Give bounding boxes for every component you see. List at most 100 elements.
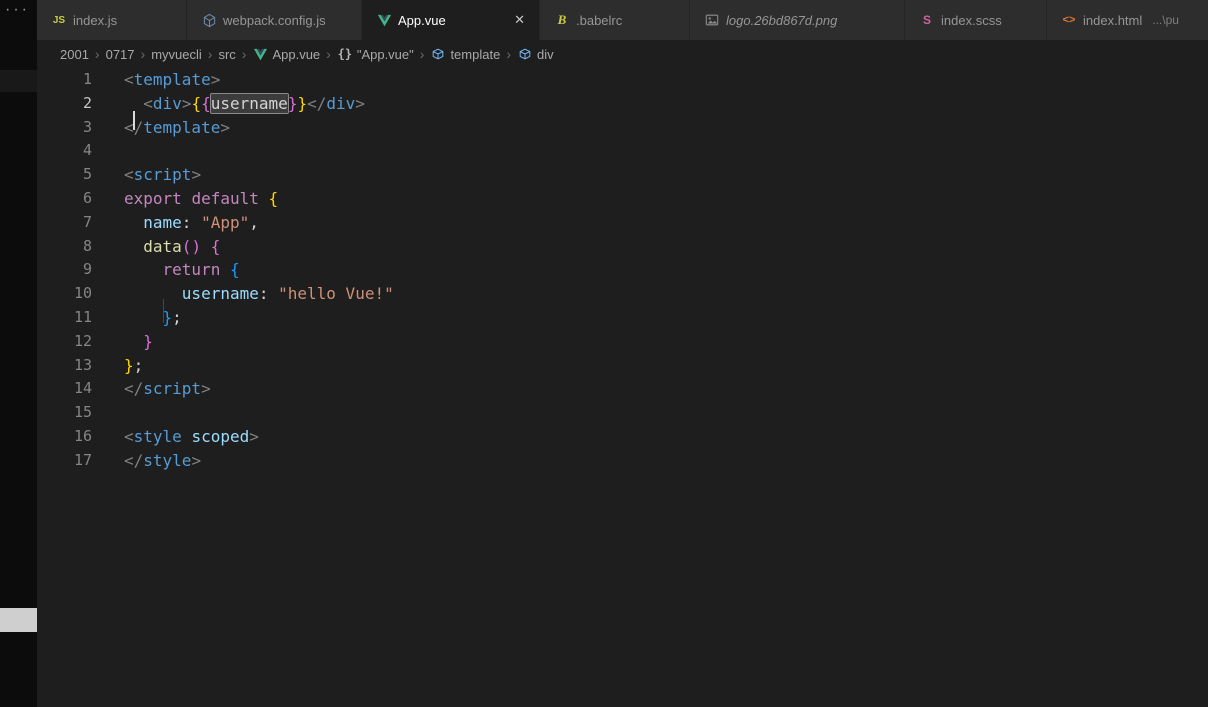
line-number: 11: [73, 307, 92, 326]
vue-icon: [376, 12, 392, 28]
token: :: [258, 284, 279, 304]
code-text: export default {: [124, 187, 278, 211]
token: ;: [172, 307, 182, 327]
code-line[interactable]: 12 }: [37, 330, 1208, 354]
code-line[interactable]: 3 </template>: [37, 116, 1208, 140]
code-line[interactable]: 1 <template>: [37, 68, 1208, 92]
breadcrumb-separator: ›: [419, 46, 425, 62]
code-text: name: "App",: [124, 211, 259, 235]
code-line[interactable]: 6 export default {: [37, 187, 1208, 211]
line-number: 7: [82, 212, 92, 231]
code-line[interactable]: 16 <style scoped>: [37, 425, 1208, 449]
token: div: [326, 93, 356, 113]
breadcrumb: 2001 › 0717 › myvuecli › src › App.vue › {} "App.vu…: [37, 40, 1208, 68]
tab-app-vue[interactable]: App.vue ✕: [362, 0, 540, 40]
token: >: [355, 93, 365, 113]
code-line[interactable]: 11 };: [37, 306, 1208, 330]
breadcrumb-label: div: [536, 46, 554, 62]
code-line[interactable]: 4: [37, 139, 1208, 163]
breadcrumb-item-src[interactable]: src: [218, 47, 235, 62]
code-line[interactable]: 5 <script>: [37, 163, 1208, 187]
code-line[interactable]: 13};: [37, 354, 1208, 378]
symbol-box-icon: [517, 46, 533, 62]
tab-label: index.scss: [941, 12, 1002, 28]
babel-icon: B: [557, 12, 567, 27]
breadcrumb-label: myvuecli: [151, 46, 202, 62]
line-number: 3: [82, 117, 92, 136]
activity-bar-highlight: [0, 70, 37, 92]
breadcrumb-item-0717[interactable]: 0717: [106, 47, 135, 62]
token: {: [229, 260, 240, 280]
breadcrumb-separator: ›: [506, 46, 511, 62]
tab-close-button[interactable]: ✕: [510, 12, 529, 28]
tab-description: ...\pu: [1152, 13, 1179, 27]
tab-webpack-config-js[interactable]: webpack.config.js: [187, 0, 362, 40]
token: :: [181, 212, 202, 232]
vscode-window: ··· JS index.js webpack.config.js App.vue ✕ B…: [0, 0, 1208, 707]
token: }: [124, 355, 134, 375]
breadcrumb-label: src: [218, 46, 236, 62]
breadcrumb-label: "App.vue": [356, 46, 414, 62]
code-line[interactable]: 8 data() {: [37, 235, 1208, 259]
breadcrumb-item-app-vue[interactable]: {} "App.vue": [337, 46, 414, 62]
code-line[interactable]: 14 </script>: [37, 377, 1208, 401]
token: }: [162, 307, 173, 327]
token: }: [297, 93, 308, 113]
tab-index-scss[interactable]: Sindex.scss: [905, 0, 1047, 40]
symbol-box-icon: [430, 46, 446, 62]
code-area: 1 <template> 2 <div>{{username}}</div> 3 </t…: [37, 68, 1208, 473]
token: {: [201, 93, 211, 113]
breadcrumb-item-template[interactable]: template: [430, 46, 500, 62]
code-line[interactable]: 15: [37, 401, 1208, 425]
breadcrumb-separator: ›: [140, 46, 146, 62]
code-text: };: [124, 306, 182, 330]
breadcrumb-separator: ›: [94, 46, 100, 62]
code-text: </script>: [124, 377, 211, 401]
code-text: </style>: [124, 449, 201, 473]
tab-label: index.html: [1083, 12, 1143, 28]
tab-index-js[interactable]: JS index.js: [37, 0, 187, 40]
activity-bar: ···: [0, 0, 37, 707]
token: template: [133, 70, 211, 89]
line-number: 17: [73, 450, 92, 469]
line-number: 12: [73, 331, 92, 350]
code-line[interactable]: 10 username: "hello Vue!": [37, 282, 1208, 323]
code-line[interactable]: 2 <div>{{username}}</div>: [37, 92, 1208, 130]
line-number: 9: [82, 260, 92, 279]
tab-logo-26bd867d-png[interactable]: logo.26bd867d.png: [690, 0, 905, 40]
editor[interactable]: 1 <template> 2 <div>{{username}}</div> 3 </t…: [37, 68, 1208, 707]
token: div: [152, 93, 182, 113]
breadcrumb-separator: ›: [207, 46, 213, 62]
token: return: [162, 260, 221, 280]
breadcrumb-item-2001[interactable]: 2001: [60, 47, 89, 62]
token: scoped: [191, 426, 250, 446]
token: default: [191, 188, 259, 208]
token: script: [133, 165, 192, 185]
line-number: 6: [82, 188, 92, 207]
image-icon: [704, 12, 720, 28]
line-number: 8: [82, 236, 92, 255]
token: "App": [201, 212, 250, 232]
token: <: [143, 93, 153, 113]
code-line[interactable]: 17 </style>: [37, 449, 1208, 473]
token: script: [143, 379, 202, 399]
html-icon: <>: [1062, 14, 1076, 26]
token: template: [143, 117, 221, 137]
code-line[interactable]: 9 return {: [37, 258, 1208, 282]
breadcrumb-item-div[interactable]: div: [517, 46, 554, 62]
line-number: 15: [73, 403, 92, 422]
tab-babelrc[interactable]: B .babelrc: [540, 0, 690, 40]
token: }: [287, 93, 298, 113]
token: >: [191, 450, 202, 470]
breadcrumb-item-myvuecli[interactable]: myvuecli: [151, 47, 202, 62]
overflow-menu-button[interactable]: ···: [0, 0, 37, 19]
code-line[interactable]: 7 name: "App",: [37, 211, 1208, 235]
tab-index-html[interactable]: <> index.html ...\pu: [1047, 0, 1208, 40]
breadcrumb-item-app-vue[interactable]: App.vue: [252, 46, 320, 62]
line-number: 5: [82, 165, 92, 184]
